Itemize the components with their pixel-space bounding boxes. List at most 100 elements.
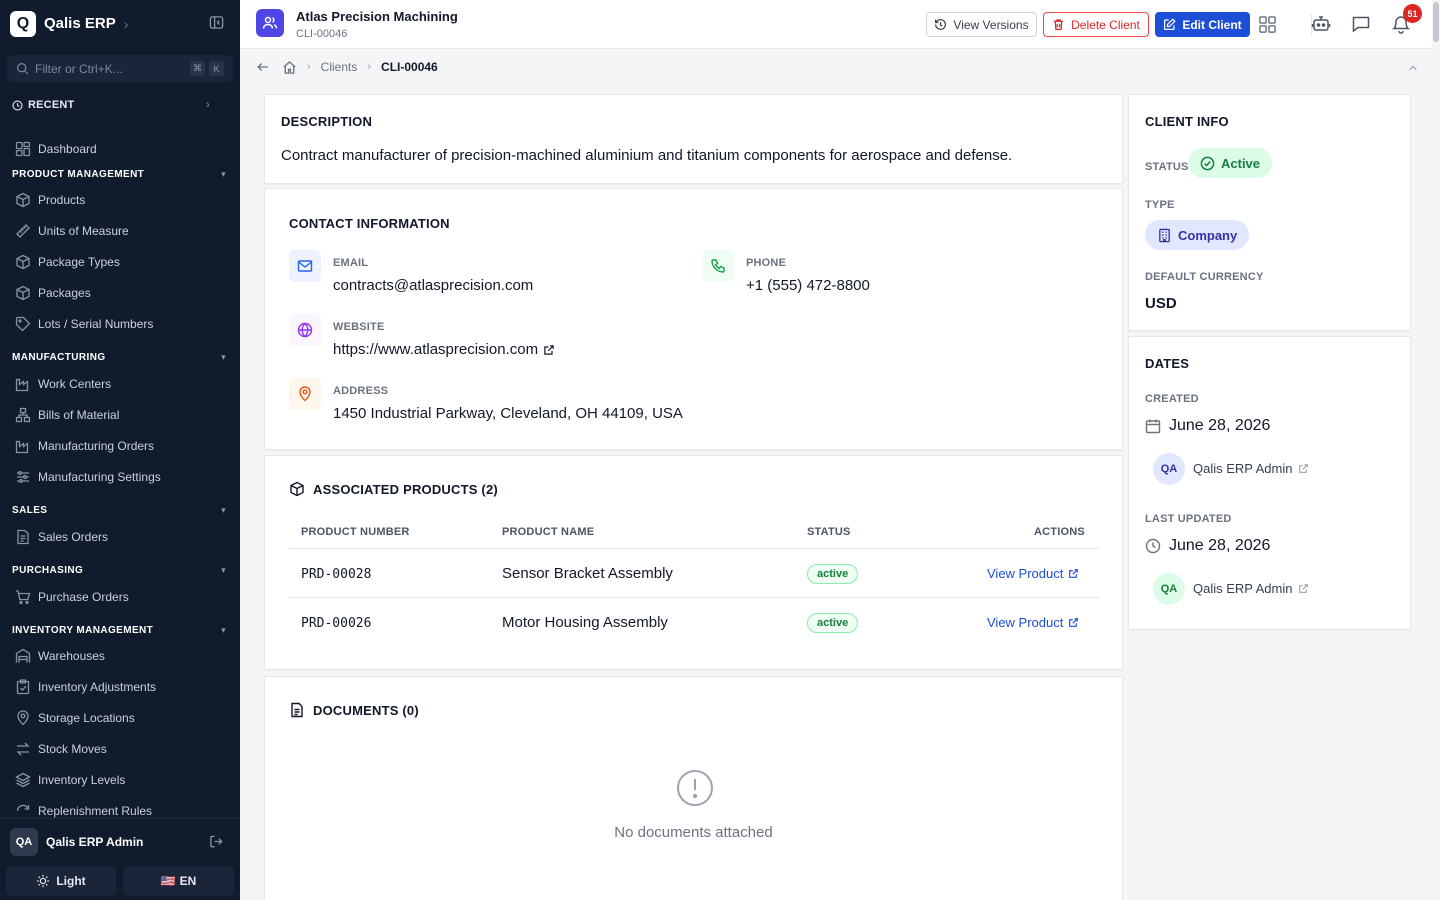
updated-label: LAST UPDATED bbox=[1145, 513, 1232, 525]
sidebar-item-work-centers[interactable]: Work Centers bbox=[15, 374, 111, 394]
delete-client-button[interactable]: Delete Client bbox=[1043, 12, 1149, 37]
chevron-down-icon: ▾ bbox=[221, 504, 226, 515]
section-title: INVENTORY MANAGEMENT bbox=[12, 624, 154, 636]
product-name: Motor Housing Assembly bbox=[502, 614, 668, 631]
app-name: Qalis ERP bbox=[44, 15, 116, 32]
chevron-down-icon: ▾ bbox=[221, 168, 226, 179]
sidebar-item-storage-locations[interactable]: Storage Locations bbox=[15, 708, 135, 728]
product-name: Sensor Bracket Assembly bbox=[502, 565, 673, 582]
arrows-swap-icon bbox=[15, 741, 31, 757]
edit-client-button[interactable]: Edit Client bbox=[1155, 12, 1250, 37]
website-link[interactable]: https://www.atlasprecision.com bbox=[333, 341, 555, 358]
sidebar-item-sales-orders[interactable]: Sales Orders bbox=[15, 527, 108, 547]
email-value[interactable]: contracts@atlasprecision.com bbox=[333, 277, 533, 294]
avatar[interactable]: QA bbox=[10, 828, 38, 856]
status-label: STATUS bbox=[1145, 161, 1189, 173]
chevron-down-icon: ▾ bbox=[221, 564, 226, 575]
section-purchasing[interactable]: PURCHASING ▾ bbox=[12, 562, 228, 578]
sidebar-item-dashboard[interactable]: Dashboard bbox=[15, 139, 97, 159]
filter-placeholder: Filter or Ctrl+K... bbox=[35, 61, 123, 76]
sidebar-item-lots-serial-numbers[interactable]: Lots / Serial Numbers bbox=[15, 314, 153, 334]
sidebar-item-inventory-levels[interactable]: Inventory Levels bbox=[15, 770, 125, 790]
sidebar-item-label: Replenishment Rules bbox=[38, 804, 153, 818]
chat-icon[interactable] bbox=[1351, 14, 1371, 34]
sidebar-item-label: Bills of Material bbox=[38, 408, 120, 422]
notification-badge: 51 bbox=[1403, 4, 1422, 23]
section-sales[interactable]: SALES ▾ bbox=[12, 502, 228, 518]
chevron-up-icon[interactable] bbox=[1407, 62, 1419, 74]
view-product-link[interactable]: View Product bbox=[987, 566, 1079, 581]
type-badge: Company bbox=[1145, 220, 1250, 250]
mail-icon bbox=[289, 250, 321, 282]
ruler-icon bbox=[15, 223, 31, 239]
tag-icon bbox=[15, 316, 31, 332]
documents-card: DOCUMENTS (0) No documents attached bbox=[264, 676, 1123, 900]
sidebar-item-packages[interactable]: Packages bbox=[15, 283, 91, 303]
alert-circle-icon bbox=[676, 769, 714, 807]
page-title: Atlas Precision Machining bbox=[296, 9, 458, 24]
section-inventory-management[interactable]: INVENTORY MANAGEMENT ▾ bbox=[12, 622, 228, 638]
sidebar-item-label: Purchase Orders bbox=[38, 590, 129, 604]
sidebar-item-package-types[interactable]: Package Types bbox=[15, 252, 120, 272]
sidebar-item-stock-moves[interactable]: Stock Moves bbox=[15, 739, 107, 759]
section-product-management[interactable]: PRODUCT MANAGEMENT ▾ bbox=[12, 166, 228, 182]
home-icon[interactable] bbox=[282, 60, 297, 75]
globe-icon bbox=[289, 314, 321, 346]
sidebar-item-inventory-adjustments[interactable]: Inventory Adjustments bbox=[15, 677, 156, 697]
box-icon bbox=[15, 254, 31, 270]
currency-label: DEFAULT CURRENCY bbox=[1145, 271, 1264, 283]
updated-by-name: Qalis ERP Admin bbox=[1193, 581, 1293, 596]
section-title: PURCHASING bbox=[12, 564, 84, 576]
user-name[interactable]: Qalis ERP Admin bbox=[46, 835, 143, 849]
sidebar-item-label: Storage Locations bbox=[38, 711, 135, 725]
sidebar-item-label: Manufacturing Orders bbox=[38, 439, 155, 453]
sidebar-item-units-of-measure[interactable]: Units of Measure bbox=[15, 221, 129, 241]
scrollbar-thumb[interactable] bbox=[1433, 2, 1439, 42]
sidebar-item-bills-of-material[interactable]: Bills of Material bbox=[15, 405, 119, 425]
logout-icon[interactable] bbox=[209, 834, 224, 849]
sidebar-item-warehouses[interactable]: Warehouses bbox=[15, 646, 105, 666]
box-icon bbox=[15, 285, 31, 301]
sidebar-toggle-icon[interactable] bbox=[209, 15, 224, 30]
factory-icon bbox=[15, 438, 31, 454]
sidebar-item-manufacturing-orders[interactable]: Manufacturing Orders bbox=[15, 436, 154, 456]
grid-icon[interactable] bbox=[1258, 15, 1277, 34]
sidebar-item-label: Products bbox=[38, 193, 86, 207]
factory-icon bbox=[15, 376, 31, 392]
phone-value[interactable]: +1 (555) 472-8800 bbox=[746, 277, 870, 294]
section-manufacturing[interactable]: MANUFACTURING ▾ bbox=[12, 349, 228, 365]
language-button[interactable]: 🇺🇸 EN bbox=[123, 866, 234, 896]
view-versions-button[interactable]: View Versions bbox=[926, 12, 1037, 37]
view-product-link[interactable]: View Product bbox=[987, 615, 1079, 630]
products-title: ASSOCIATED PRODUCTS (2) bbox=[313, 482, 498, 497]
sidebar-item-purchase-orders[interactable]: Purchase Orders bbox=[15, 587, 129, 607]
bot-icon[interactable] bbox=[1311, 14, 1331, 34]
theme-toggle-button[interactable]: Light bbox=[6, 866, 116, 896]
brand[interactable]: Q Qalis ERP › bbox=[10, 10, 128, 37]
breadcrumb: › Clients › CLI-00046 bbox=[256, 58, 438, 76]
recent-section[interactable]: RECENT › bbox=[12, 99, 222, 111]
sidebar-item-label: Packages bbox=[38, 286, 91, 300]
sidebar-item-products[interactable]: Products bbox=[15, 190, 85, 210]
kbd-k: K bbox=[209, 61, 224, 76]
client-info-card: CLIENT INFO STATUS Active TYPE Company D… bbox=[1128, 94, 1411, 331]
phone-icon bbox=[702, 250, 734, 282]
app-logo: Q bbox=[10, 10, 36, 37]
email-label: EMAIL bbox=[333, 257, 369, 269]
description-title: DESCRIPTION bbox=[281, 114, 373, 129]
address-value: 1450 Industrial Parkway, Cleveland, OH 4… bbox=[333, 405, 683, 422]
scrollbar-track[interactable] bbox=[1432, 0, 1440, 900]
section-title: SALES bbox=[12, 504, 48, 516]
contact-card: CONTACT INFORMATION EMAIL contracts@atla… bbox=[264, 188, 1123, 450]
sidebar-item-manufacturing-settings[interactable]: Manufacturing Settings bbox=[15, 467, 161, 487]
back-arrow-icon[interactable] bbox=[256, 60, 270, 74]
sidebar-filter-input[interactable]: Filter or Ctrl+K... ⌘ K bbox=[7, 55, 233, 82]
updated-by-link[interactable]: Qalis ERP Admin bbox=[1193, 581, 1309, 596]
breadcrumb-clients[interactable]: Clients bbox=[321, 60, 358, 74]
created-date: June 28, 2026 bbox=[1169, 417, 1271, 434]
row-divider bbox=[289, 597, 1099, 598]
sliders-icon bbox=[15, 469, 31, 485]
chevron-right-icon: › bbox=[123, 15, 129, 32]
contact-title: CONTACT INFORMATION bbox=[289, 216, 450, 231]
created-by-link[interactable]: Qalis ERP Admin bbox=[1193, 461, 1309, 476]
